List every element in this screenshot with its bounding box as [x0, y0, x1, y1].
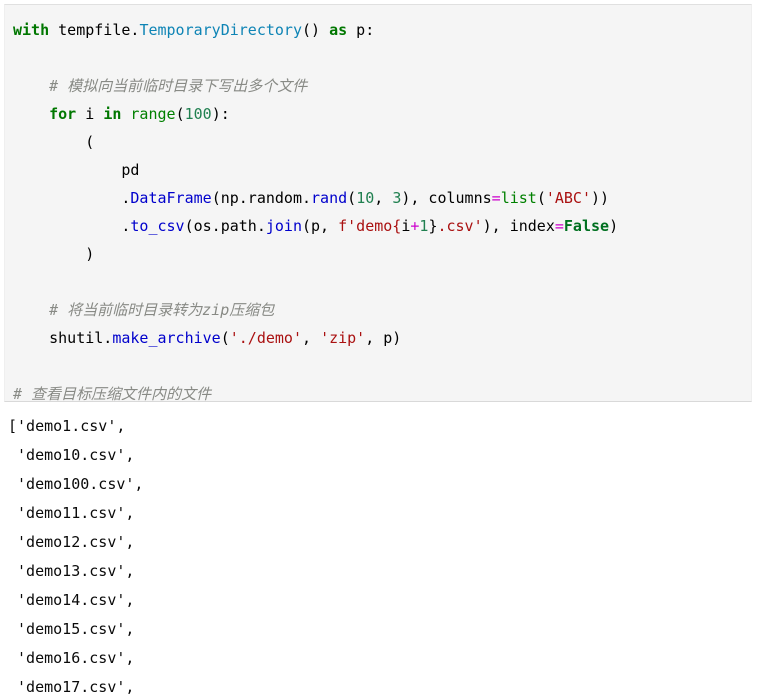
code-token-plain: i	[76, 105, 104, 123]
code-token-plain: ), index	[482, 217, 555, 235]
code-token-cls: TemporaryDirectory	[139, 21, 302, 39]
code-line: # 查看目标压缩文件内的文件	[13, 380, 751, 408]
code-token-strd: .csv'	[437, 217, 483, 235]
code-token-plain: (	[13, 133, 95, 151]
code-token-strd: './demo'	[229, 329, 302, 347]
code-token-plain: )	[609, 217, 619, 235]
code-token-op: =	[554, 217, 564, 235]
code-token-plain: p:	[347, 21, 375, 39]
code-token-plain: (np.random.	[211, 189, 312, 207]
code-token-plain: ()	[302, 21, 330, 39]
code-token-num: 3	[392, 189, 402, 207]
output-line: ['demo1.csv',	[8, 417, 126, 435]
code-token-plain: tempfile	[58, 21, 131, 39]
code-line: (	[13, 128, 751, 156]
notebook-page: with tempfile.TemporaryDirectory() as p:…	[0, 0, 758, 694]
code-line: )	[13, 240, 751, 268]
code-line: # 模拟向当前临时目录下写出多个文件	[13, 72, 751, 100]
code-token-plain: (p,	[302, 217, 339, 235]
output-line: 'demo15.csv',	[8, 620, 135, 638]
code-line: shutil.make_archive('./demo', 'zip', p)	[13, 324, 751, 352]
code-token-cmt: # 模拟向当前临时目录下写出多个文件	[49, 77, 308, 95]
code-line: for i in range(100):	[13, 100, 751, 128]
code-token-cmt: # 查看目标压缩文件内的文件	[13, 385, 212, 403]
code-token-kw: in	[103, 105, 122, 123]
code-token-plain: (os.path.	[184, 217, 266, 235]
output-line: 'demo14.csv',	[8, 591, 135, 609]
code-token-plain: (	[220, 329, 230, 347]
code-token-plain: (	[175, 105, 185, 123]
code-token-strd: 'zip'	[320, 329, 366, 347]
code-token-kw: with	[13, 21, 50, 39]
output-line: 'demo16.csv',	[8, 649, 135, 667]
output-line: 'demo10.csv',	[8, 446, 135, 464]
output-line: 'demo17.csv',	[8, 678, 135, 694]
cell-output-area: ['demo1.csv', 'demo10.csv', 'demo100.csv…	[4, 412, 752, 694]
code-line: with tempfile.TemporaryDirectory() as p:	[13, 16, 751, 44]
output-line: 'demo12.csv',	[8, 533, 135, 551]
code-token-blt: False	[563, 217, 610, 235]
code-line: .to_csv(os.path.join(p, f'demo{i+1}.csv'…	[13, 212, 751, 240]
code-line: # 将当前临时目录转为zip压缩包	[13, 296, 751, 324]
code-token-plain: (	[347, 189, 357, 207]
code-token-num: 10	[356, 189, 375, 207]
code-token-plain: ,	[302, 329, 321, 347]
code-input-cell[interactable]: with tempfile.TemporaryDirectory() as p:…	[4, 4, 752, 431]
code-token-plain: (	[536, 189, 546, 207]
code-token-cmt: # 将当前临时目录转为zip压缩包	[49, 301, 275, 319]
code-token-strd: 'ABC'	[545, 189, 591, 207]
code-token-plain: ), columns	[401, 189, 492, 207]
code-token-plain: .	[13, 217, 131, 235]
code-line: .DataFrame(np.random.rand(10, 3), column…	[13, 184, 751, 212]
code-token-op: =	[491, 189, 501, 207]
code-token-fn: rand	[311, 189, 348, 207]
code-token-plain: shutil.	[13, 329, 113, 347]
code-token-plain: , p)	[365, 329, 402, 347]
code-line: pd	[13, 156, 751, 184]
code-token-plain: )	[13, 245, 95, 263]
output-line: 'demo100.csv',	[8, 475, 144, 493]
code-token-plain: ,	[374, 189, 393, 207]
code-token-fn: join	[265, 217, 302, 235]
code-token-fn: make_archive	[112, 329, 221, 347]
code-token-num: 100	[184, 105, 212, 123]
code-token-plain: pd	[13, 161, 140, 179]
code-token-kw: for	[49, 105, 77, 123]
code-token-plain: ))	[591, 189, 610, 207]
code-token-fn: DataFrame	[130, 189, 212, 207]
code-token-bi: range	[130, 105, 176, 123]
code-token-fn: to_csv	[130, 217, 185, 235]
code-token-bi: list	[500, 189, 537, 207]
code-token-plain: ):	[211, 105, 230, 123]
code-token-kw: as	[329, 21, 348, 39]
code-token-strd: f'demo{	[338, 217, 402, 235]
output-line: 'demo11.csv',	[8, 504, 135, 522]
output-line: 'demo13.csv',	[8, 562, 135, 580]
code-token-plain: .	[13, 189, 131, 207]
